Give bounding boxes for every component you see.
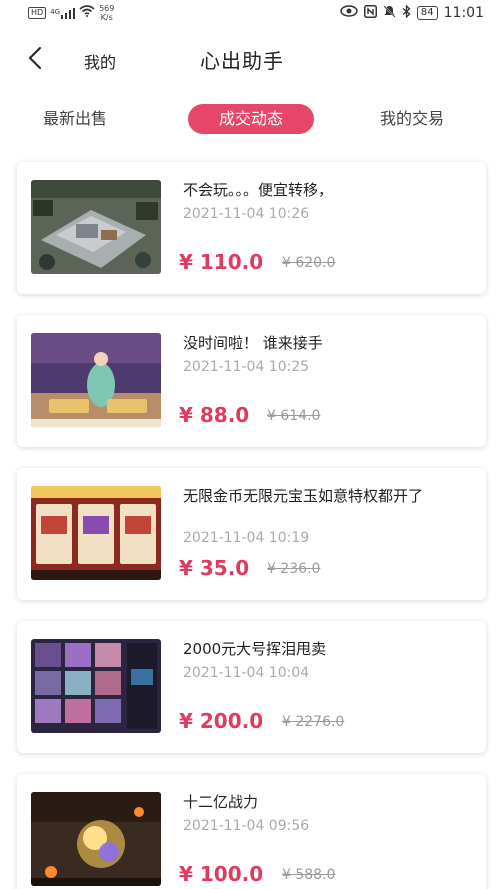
bluetooth-icon	[402, 3, 411, 22]
listing-price: ¥ 88.0	[179, 403, 250, 427]
listing-card[interactable]: 十二亿战力 2021-11-04 09:56 ¥ 100.0 ¥ 588.0	[17, 774, 486, 889]
listing-title: 2000元大号挥泪甩卖	[183, 640, 327, 658]
listing-date: 2021-11-04 10:19	[183, 530, 310, 546]
listing-card[interactable]: 不会玩。。。便宜转移， 2021-11-04 10:26 ¥ 110.0 ¥ 6…	[17, 162, 486, 294]
hd-badge: HD	[28, 7, 47, 19]
status-bar-right: 84 11:01	[340, 3, 484, 22]
listing-title: 十二亿战力	[183, 793, 259, 811]
listing-date: 2021-11-04 10:25	[183, 359, 310, 375]
game-inventory-thumbnail	[31, 639, 161, 733]
game-battle-thumbnail	[31, 792, 161, 886]
network-type-label: 4G	[50, 7, 61, 16]
listing-price: ¥ 200.0	[179, 709, 264, 733]
listing-title: 不会玩。。。便宜转移，	[183, 181, 334, 199]
listing-card[interactable]: 无限金币无限元宝玉如意特权都开了 2021-11-04 10:19 ¥ 35.0…	[17, 468, 486, 600]
listing-original-price: ¥ 2276.0	[282, 714, 345, 730]
game-city-thumbnail	[31, 180, 161, 274]
listing-date: 2021-11-04 10:04	[183, 665, 310, 681]
mute-icon	[383, 4, 396, 22]
listing-date: 2021-11-04 10:26	[183, 206, 310, 222]
mine-link[interactable]: 我的	[84, 49, 116, 73]
clock: 11:01	[443, 5, 484, 21]
net-speed-value: 569	[99, 4, 115, 13]
listing-card[interactable]: 没时间啦！ 谁来接手 2021-11-04 10:25 ¥ 88.0 ¥ 614…	[17, 315, 486, 447]
nfc-icon	[363, 4, 377, 22]
eye-icon	[340, 5, 358, 21]
game-shop-thumbnail	[31, 486, 161, 580]
listing-price: ¥ 110.0	[179, 250, 264, 274]
listing-original-price: ¥ 614.0	[267, 408, 321, 424]
game-character-thumbnail	[31, 333, 161, 427]
back-button[interactable]	[22, 44, 50, 72]
page-title: 心出助手	[200, 49, 284, 73]
tab-bar: 最新出售 成交动态 我的交易	[0, 104, 496, 136]
listing-price: ¥ 100.0	[179, 862, 264, 886]
status-bar-left: HD 4G 569 K/s	[28, 4, 114, 22]
battery-indicator: 84	[416, 6, 438, 20]
listing-original-price: ¥ 620.0	[282, 255, 336, 271]
chevron-left-icon	[29, 47, 41, 69]
listing-original-price: ¥ 236.0	[267, 561, 321, 577]
tab-transaction-updates[interactable]: 成交动态	[188, 104, 314, 134]
net-speed: 569 K/s	[99, 4, 114, 22]
signal-icon: 4G	[50, 7, 76, 19]
listing-price: ¥ 35.0	[179, 556, 250, 580]
wifi-icon	[79, 5, 95, 21]
tab-latest-sales[interactable]: 最新出售	[43, 104, 107, 134]
listing-title: 无限金币无限元宝玉如意特权都开了	[183, 487, 424, 505]
status-bar: HD 4G 569 K/s 84 11:01	[0, 0, 496, 26]
listing-date: 2021-11-04 09:56	[183, 818, 310, 834]
listing-card[interactable]: 2000元大号挥泪甩卖 2021-11-04 10:04 ¥ 200.0 ¥ 2…	[17, 621, 486, 753]
listing-title: 没时间啦！ 谁来接手	[183, 334, 323, 352]
nav-bar: 我的 心出助手	[0, 36, 496, 82]
listing-original-price: ¥ 588.0	[282, 867, 336, 883]
tab-my-trades[interactable]: 我的交易	[380, 104, 444, 134]
net-speed-unit: K/s	[100, 13, 113, 22]
